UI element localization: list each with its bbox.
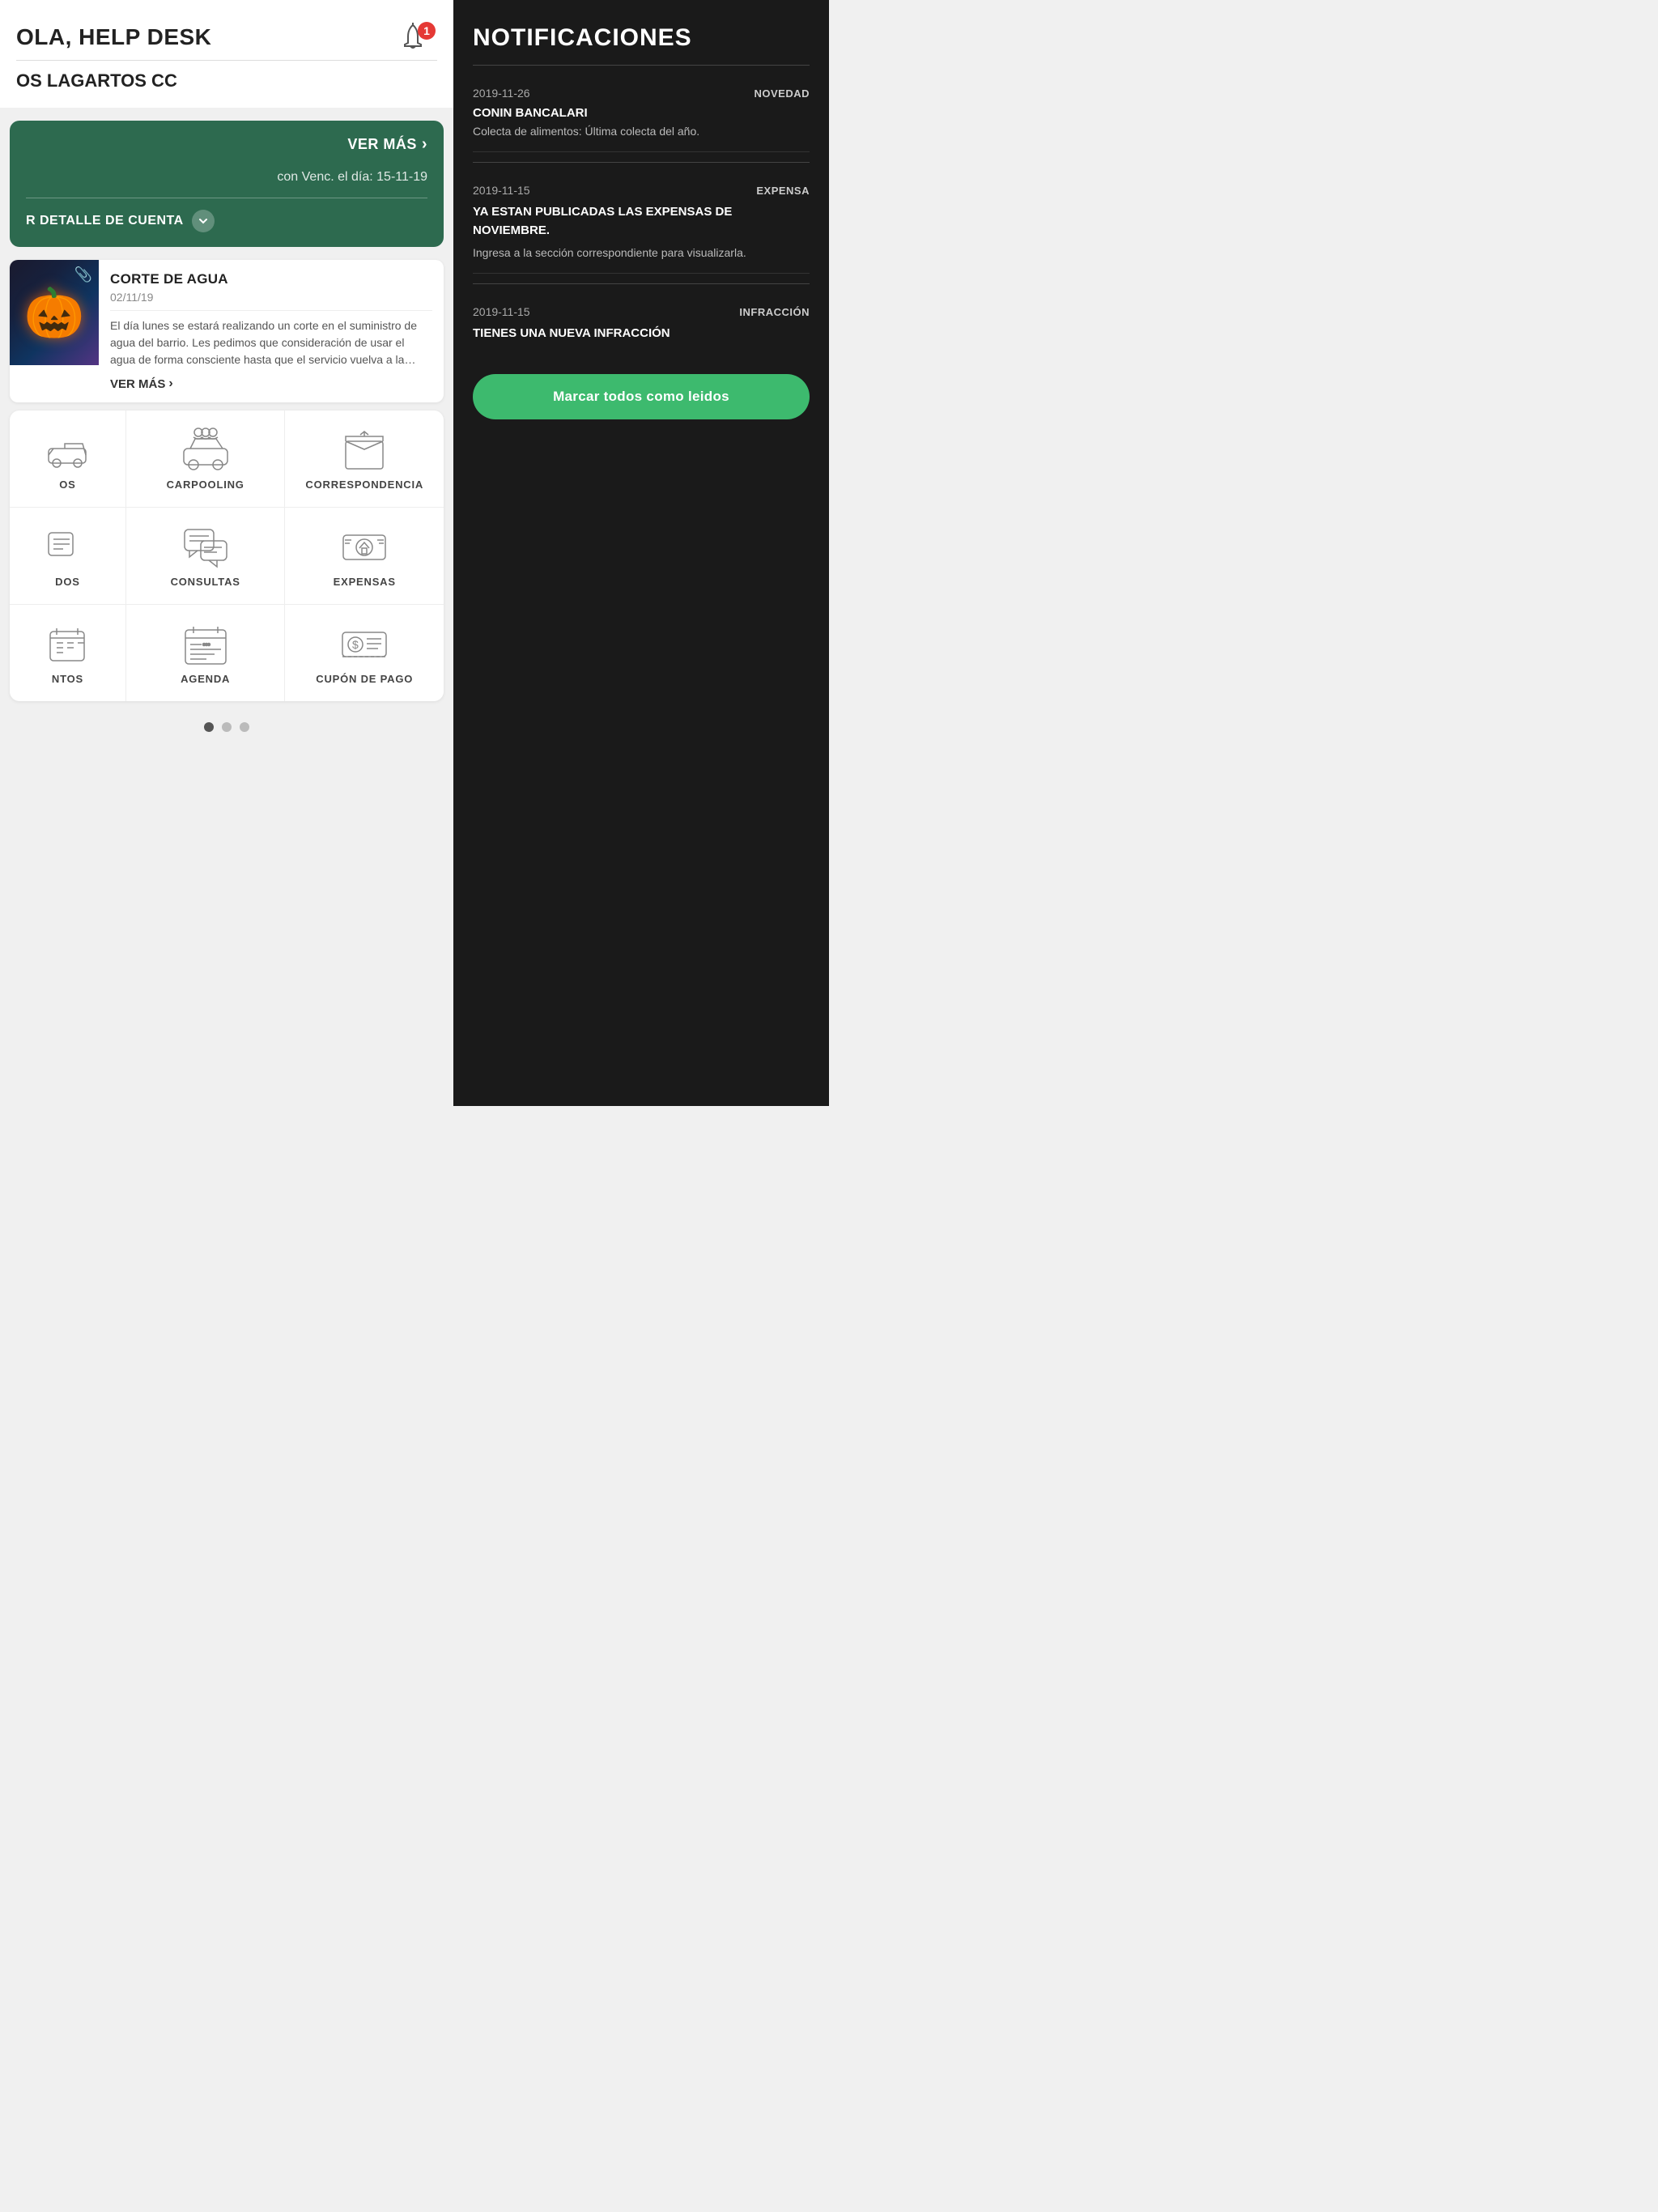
bell-badge: 1 (418, 22, 436, 40)
notifications-panel: NOTIFICACIONES 2019-11-26 NOVEDAD CONIN … (453, 0, 829, 1106)
pagination-dot-3[interactable] (240, 722, 249, 732)
carpooling-icon (181, 430, 230, 470)
pagination (0, 709, 453, 748)
notification-bell[interactable]: 1 (389, 20, 437, 69)
grid-cell-partial-3[interactable]: NTOS (10, 605, 126, 701)
arrow-right-icon: › (168, 376, 172, 391)
grid-cell-agenda[interactable]: AGENDA (126, 605, 286, 701)
agenda-icon (181, 624, 230, 665)
grid-cell-consultas[interactable]: CONSULTAS (126, 508, 286, 604)
mark-all-read-button[interactable]: Marcar todos como leidos (473, 374, 810, 419)
notif-date-2: 2019-11-15 (473, 184, 530, 197)
news-divider (110, 310, 432, 311)
grid-cell-label-consultas: CONSULTAS (171, 576, 240, 588)
notif-type-3: INFRACCIÓN (739, 306, 810, 318)
grid-cell-expensas[interactable]: EXPENSAS (285, 508, 444, 604)
notif-divider-top (473, 65, 810, 66)
notif-type-2: EXPENSA (756, 185, 810, 197)
partial-icon-3 (43, 624, 91, 665)
grid-cell-label-expensas: EXPENSAS (334, 576, 396, 588)
attachment-icon: 📎 (74, 266, 92, 283)
notif-date-1: 2019-11-26 (473, 87, 530, 100)
page-title: OLA, HELP DESK (16, 24, 437, 50)
grid-cell-label-agenda: AGENDA (181, 673, 230, 685)
grid-cell-label-partial-3: NTOS (52, 673, 83, 685)
vencimiento-text: con Venc. el día: 15-11-19 (26, 170, 427, 185)
cupon-pago-icon: $ (340, 624, 389, 665)
grid-row-3: NTOS (10, 605, 444, 701)
notifications-title: NOTIFICACIONES (473, 24, 810, 52)
club-name: OS LAGARTOS CC (16, 70, 437, 91)
grid-cell-label-correspondencia: CORRESPONDENCIA (305, 479, 423, 491)
header: OLA, HELP DESK OS LAGARTOS CC 1 (0, 0, 453, 108)
news-content: CORTE DE AGUA 02/11/19 El día lunes se e… (99, 260, 444, 402)
notification-item-3[interactable]: 2019-11-15 INFRACCIÓN TIENES UNA NUEVA I… (473, 294, 810, 355)
news-image: 🎃 📎 (10, 260, 99, 365)
services-grid: OS (10, 410, 444, 701)
grid-cell-label-partial-2: DOS (55, 576, 80, 588)
notif-header-1: 2019-11-26 NOVEDAD (473, 87, 810, 100)
grid-cell-partial-1[interactable]: OS (10, 410, 126, 507)
partial-icon-1 (43, 430, 91, 470)
arrow-right-icon: › (422, 135, 427, 154)
notif-message-1: Colecta de alimentos: Última colecta del… (473, 123, 810, 140)
news-ver-mas-button[interactable]: VER MÁS › (110, 376, 432, 391)
expensas-icon (340, 527, 389, 568)
header-divider (16, 60, 437, 61)
news-text: El día lunes se estará realizando un cor… (110, 317, 432, 368)
news-card[interactable]: 🎃 📎 CORTE DE AGUA 02/11/19 El día lunes … (10, 260, 444, 402)
notif-message-3: TIENES UNA NUEVA INFRACCIÓN (473, 325, 810, 343)
notif-header-3: 2019-11-15 INFRACCIÓN (473, 305, 810, 318)
grid-row-1: OS (10, 410, 444, 508)
grid-cell-correspondencia[interactable]: CORRESPONDENCIA (285, 410, 444, 507)
news-title: CORTE DE AGUA (110, 271, 432, 287)
pagination-dot-2[interactable] (222, 722, 232, 732)
grid-cell-label-partial-1: OS (59, 479, 75, 491)
news-date: 02/11/19 (110, 291, 432, 304)
svg-text:$: $ (352, 638, 359, 651)
notif-type-1: NOVEDAD (754, 87, 810, 100)
consultas-icon (181, 527, 230, 568)
notification-item-2[interactable]: 2019-11-15 EXPENSA YA ESTAN PUBLICADAS L… (473, 172, 810, 274)
detalle-label: R DETALLE DE CUENTA (26, 214, 184, 228)
pagination-dot-1[interactable] (204, 722, 214, 732)
notif-date-3: 2019-11-15 (473, 305, 530, 318)
detalle-cuenta-footer[interactable]: R DETALLE DE CUENTA (26, 198, 427, 232)
notif-message-2: YA ESTAN PUBLICADAS LAS EXPENSAS DE NOVI… (473, 203, 810, 240)
grid-cell-label-cupon-pago: CUPÓN DE PAGO (316, 673, 413, 685)
grid-cell-label-carpooling: CARPOOLING (167, 479, 244, 491)
grid-row-2: DOS (10, 508, 444, 605)
grid-cell-partial-2[interactable]: DOS (10, 508, 126, 604)
partial-icon-2 (43, 527, 91, 568)
notif-sender-1: CONIN BANCALARI (473, 106, 810, 120)
notif-divider-2 (473, 283, 810, 284)
ver-mas-button[interactable]: VER MÁS › (26, 135, 427, 154)
left-panel: OLA, HELP DESK OS LAGARTOS CC 1 VER MÁS … (0, 0, 453, 1106)
notif-header-2: 2019-11-15 EXPENSA (473, 184, 810, 197)
notif-divider-1 (473, 162, 810, 163)
grid-cell-carpooling[interactable]: CARPOOLING (126, 410, 286, 507)
chevron-down-icon[interactable] (192, 210, 215, 232)
account-card[interactable]: VER MÁS › con Venc. el día: 15-11-19 R D… (10, 121, 444, 247)
pumpkin-icon: 🎃 (24, 284, 85, 342)
grid-cell-cupon-pago[interactable]: $ CUPÓN DE PAGO (285, 605, 444, 701)
notif-submessage-2: Ingresa a la sección correspondiente par… (473, 245, 810, 262)
notification-item-1[interactable]: 2019-11-26 NOVEDAD CONIN BANCALARI Colec… (473, 75, 810, 152)
correspondencia-icon (340, 430, 389, 470)
